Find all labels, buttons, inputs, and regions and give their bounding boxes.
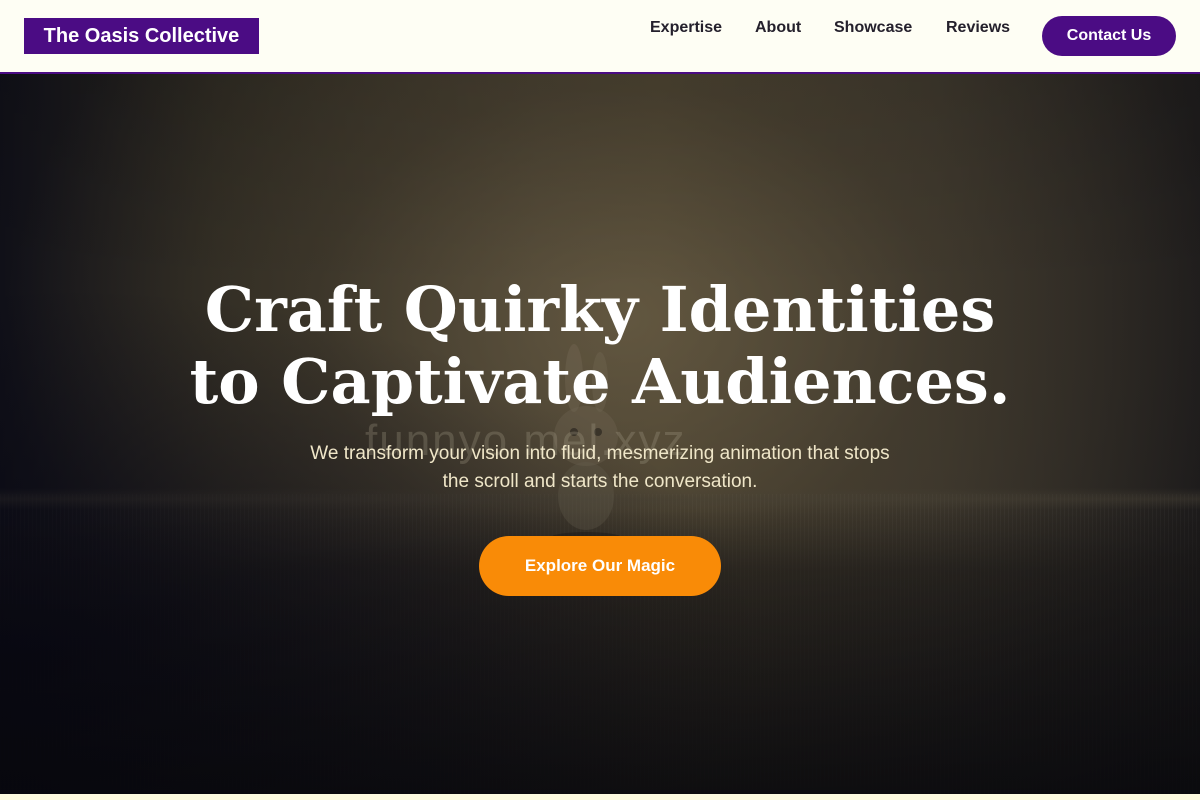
hero-title-line: to Captivate Audiences. (189, 345, 1011, 418)
nav-link-showcase[interactable]: Showcase (834, 17, 912, 39)
brand-logo[interactable]: The Oasis Collective (24, 18, 259, 54)
hero-title-line: Craft Quirky Identities (204, 273, 996, 346)
hero-subtitle-line: the scroll and starts the conversation. (442, 471, 758, 492)
contact-us-button[interactable]: Contact Us (1042, 16, 1176, 56)
explore-magic-button[interactable]: Explore Our Magic (479, 536, 721, 596)
nav-link-about[interactable]: About (755, 17, 801, 39)
nav-link-reviews[interactable]: Reviews (946, 17, 1010, 39)
hero-section: funnyo mel.xyz Craft Quirky Identities t… (0, 74, 1200, 794)
hero-subtitle: We transform your vision into fluid, mes… (250, 440, 950, 496)
hero-title: Craft Quirky Identities to Captivate Aud… (100, 274, 1100, 418)
next-section-edge (0, 794, 1200, 800)
nav-link-expertise[interactable]: Expertise (650, 17, 722, 39)
hero-subtitle-line: We transform your vision into fluid, mes… (310, 443, 890, 464)
site-header: The Oasis Collective Expertise About Sho… (0, 0, 1200, 74)
